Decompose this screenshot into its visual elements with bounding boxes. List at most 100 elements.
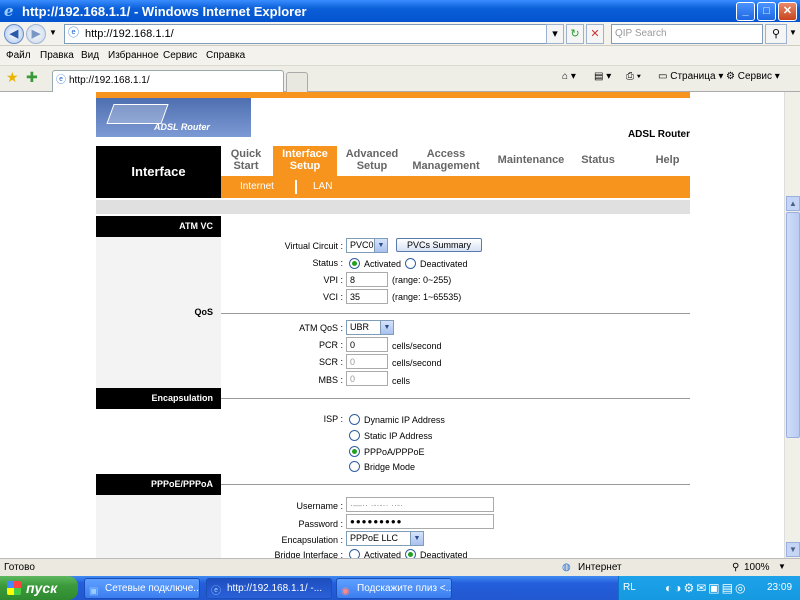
window-title: http://192.168.1.1/ - Windows Internet E… [22,4,307,19]
forward-button[interactable]: ▶ [26,24,46,44]
scr-input[interactable]: 0 [346,354,388,369]
isp-dynamic-label: Dynamic IP Address [364,415,445,425]
nav-status[interactable]: Status [573,154,623,166]
status-activated-radio[interactable] [349,258,360,269]
isp-static-label: Static IP Address [364,431,433,441]
new-tab-button[interactable] [286,72,308,92]
feeds-icon[interactable]: ▤ ▾ [594,71,611,82]
tab-row: ★ ✚ ⓔ http://192.168.1.1/ ⌂ ▾ ▤ ▾ ⎙ ▾ ▭ … [0,66,800,92]
address-dropdown-button[interactable]: ▾ [546,24,564,44]
subnav-internet[interactable]: Internet [240,181,274,192]
clock: 23:09 [767,582,793,593]
task-label-ie: http://192.168.1.1/ -... [227,583,323,594]
qos-divider [221,313,690,314]
back-button[interactable]: ◀ [4,24,24,44]
start-button[interactable]: пуск [0,576,78,600]
vc-value: PVC0 [350,240,374,250]
address-bar[interactable]: ⓔ http://192.168.1.1/ [64,24,562,44]
atm-qos-value: UBR [350,322,370,332]
favorites-star-icon[interactable]: ★ [6,69,19,86]
system-tray: RL ◐◑⚙✉▣▤◎ 23:09 [618,576,800,600]
menu-view[interactable]: Вид [81,50,99,61]
isp-static-radio[interactable] [349,430,360,441]
page-menu-button[interactable]: ▭ Страница ▾ [658,71,723,82]
menu-tools[interactable]: Сервис [163,50,197,61]
home-icon[interactable]: ⌂ ▾ [562,71,576,82]
bridge-deactivated-radio[interactable] [405,549,416,558]
zoom-dropdown-icon[interactable]: ▼ [778,562,786,571]
isp-pppoe-radio[interactable] [349,446,360,457]
router-device-icon [106,104,169,124]
status-bar: Готово ◍ Интернет ⚲ 100% ▼ [0,558,800,576]
tools-menu-button[interactable]: ⚙ Сервис ▾ [726,71,780,82]
mbs-unit: cells [392,376,411,386]
tab-ie-icon: ⓔ [56,75,66,86]
nav-advanced-setup-l2: Setup [356,160,388,172]
scr-unit: cells/second [392,358,442,368]
vci-hint: (range: 1~65535) [392,292,462,302]
scroll-thumb[interactable] [786,212,800,438]
add-favorites-icon[interactable]: ✚ [26,69,38,86]
menu-edit[interactable]: Правка [40,50,74,61]
minimize-button[interactable]: _ [736,2,755,21]
router-logo: ADSL Router [96,98,251,137]
tray-icons[interactable]: ◐◑⚙✉▣▤◎ [665,576,747,600]
opera-icon: ◉ [341,586,350,597]
vertical-scrollbar[interactable]: ▲ ▼ [784,92,800,558]
mbs-input[interactable]: 0 [346,371,388,386]
pcr-input[interactable]: 0 [346,337,388,352]
isp-bridge-label: Bridge Mode [364,462,416,472]
page-icon: ⓔ [68,27,79,39]
encapsulation-select[interactable]: PPPoE LLC ▼ [346,531,424,546]
isp-dynamic-radio[interactable] [349,414,360,425]
zoom-level[interactable]: 100% [744,562,770,573]
status-deactivated-radio[interactable] [405,258,416,269]
menu-file[interactable]: Файл [6,50,31,61]
nav-quick-start[interactable]: Quick Start [221,148,271,172]
task-forum[interactable]: ◉ Подскажите плиз <... [336,578,452,599]
vpi-hint: (range: 0~255) [392,275,452,285]
refresh-icon[interactable]: ↻ [566,24,584,44]
pcr-label: PCR : [318,340,343,350]
search-options-icon[interactable]: ▼ [789,28,797,37]
nav-access-management[interactable]: Access Management [407,148,485,172]
bridge-activated-radio[interactable] [349,549,360,558]
task-network-connections[interactable]: ▣ Сетевые подключе... [84,578,200,599]
tab-current[interactable]: ⓔ http://192.168.1.1/ [52,70,284,92]
scroll-up-icon[interactable]: ▲ [786,196,800,211]
pvcs-summary-button[interactable]: PVCs Summary [396,238,482,252]
vpi-input[interactable]: 8 [346,272,388,287]
menu-bar: Файл Правка Вид Избранное Сервис Справка [0,46,800,66]
isp-bridge-radio[interactable] [349,461,360,472]
nav-advanced-setup[interactable]: Advanced Setup [339,148,405,172]
nav-help[interactable]: Help [645,154,690,166]
search-input[interactable]: QIP Search [611,24,763,44]
virtual-circuit-select[interactable]: PVC0 ▼ [346,238,388,253]
nav-access-management-l1: Access [426,148,466,160]
scroll-down-icon[interactable]: ▼ [786,542,800,557]
stop-icon[interactable]: ✕ [586,24,604,44]
task-label-network: Сетевые подключе... [105,583,200,594]
nav-maintenance-l1: Maintenance [497,154,565,166]
language-indicator[interactable]: RL [623,576,636,600]
search-icon[interactable]: ⚲ [765,24,787,44]
history-dropdown-icon[interactable]: ▼ [49,28,57,37]
username-input[interactable]: ·—·· ·-·-·· ··-· [346,497,494,512]
zoom-icon[interactable]: ⚲ [732,562,739,573]
chevron-down-icon: ▼ [380,321,393,334]
password-input[interactable]: ●●●●●●●●● [346,514,494,529]
menu-favorites[interactable]: Избранное [108,50,159,61]
maximize-button[interactable]: □ [757,2,776,21]
title-bar[interactable]: e http://192.168.1.1/ - Windows Internet… [0,0,800,22]
nav-maintenance[interactable]: Maintenance [493,154,569,166]
address-toolbar: ◀ ▶ ▼ ⓔ http://192.168.1.1/ ▾ ↻ ✕ QIP Se… [0,22,800,46]
atm-qos-select[interactable]: UBR ▼ [346,320,394,335]
subnav-lan[interactable]: LAN [313,181,332,192]
task-label-forum: Подскажите плиз <... [357,583,452,594]
print-icon[interactable]: ⎙ ▾ [626,71,641,82]
menu-help[interactable]: Справка [206,50,245,61]
vci-input[interactable]: 35 [346,289,388,304]
nav-interface-setup[interactable]: Interface Setup [273,146,337,176]
close-button[interactable]: ✕ [778,2,797,21]
task-ie-router[interactable]: ⓔ http://192.168.1.1/ -... [206,578,332,599]
